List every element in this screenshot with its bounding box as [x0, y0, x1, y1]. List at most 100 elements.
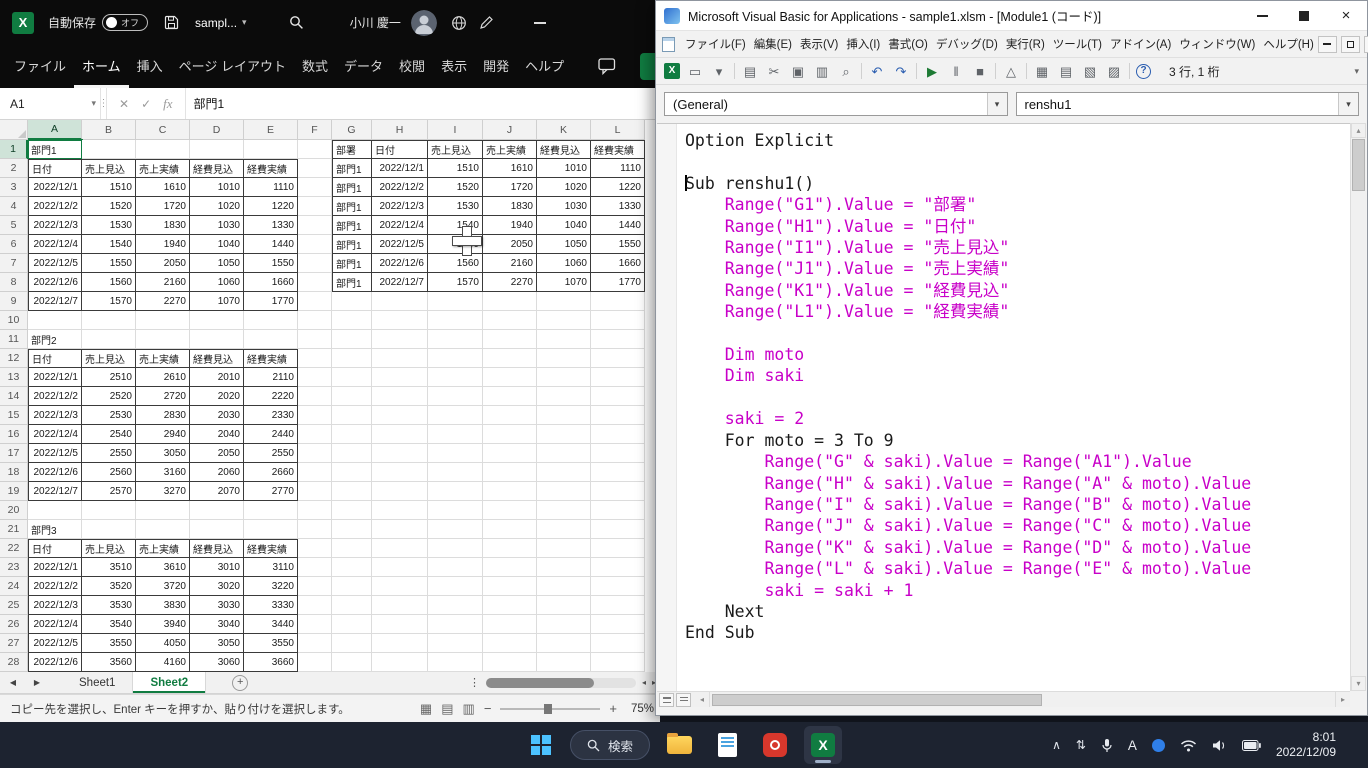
- cell-F2[interactable]: [298, 159, 332, 178]
- menu-ツール(T)[interactable]: ツール(T): [1049, 34, 1106, 54]
- cell-B15[interactable]: 2530: [82, 406, 136, 425]
- cell-L18[interactable]: [591, 463, 645, 482]
- cell-J4[interactable]: 1830: [483, 197, 537, 216]
- horizontal-scrollbar-thumb[interactable]: [486, 678, 594, 688]
- cell-K25[interactable]: [537, 596, 591, 615]
- cell-D4[interactable]: 1020: [190, 197, 244, 216]
- mdi-close-button[interactable]: ×: [1364, 36, 1368, 53]
- cell-I20[interactable]: [428, 501, 483, 520]
- col-header-I[interactable]: I: [428, 120, 483, 140]
- cell-I10[interactable]: [428, 311, 483, 330]
- cell-F22[interactable]: [298, 539, 332, 558]
- cell-K26[interactable]: [537, 615, 591, 634]
- cell-J18[interactable]: [483, 463, 537, 482]
- cell-K5[interactable]: 1040: [537, 216, 591, 235]
- row-header-22[interactable]: 22: [0, 539, 28, 558]
- row-header-26[interactable]: 26: [0, 615, 28, 634]
- cell-B21[interactable]: [82, 520, 136, 539]
- cell-A26[interactable]: 2022/12/4: [28, 615, 82, 634]
- cell-F27[interactable]: [298, 634, 332, 653]
- cell-A16[interactable]: 2022/12/4: [28, 425, 82, 444]
- cell-C9[interactable]: 2270: [136, 292, 190, 311]
- cell-G21[interactable]: [332, 520, 372, 539]
- cell-C23[interactable]: 3610: [136, 558, 190, 577]
- cell-K14[interactable]: [537, 387, 591, 406]
- code-line-17[interactable]: Range("H" & saki).Value = Range("A" & mo…: [685, 473, 1251, 494]
- cell-C4[interactable]: 1720: [136, 197, 190, 216]
- cell-F7[interactable]: [298, 254, 332, 273]
- cell-I4[interactable]: 1530: [428, 197, 483, 216]
- code-line-4[interactable]: Range("G1").Value = "部署": [685, 194, 1251, 215]
- cell-A6[interactable]: 2022/12/4: [28, 235, 82, 254]
- zoom-in-button[interactable]: +: [609, 701, 617, 716]
- cell-A14[interactable]: 2022/12/2: [28, 387, 82, 406]
- cell-G10[interactable]: [332, 311, 372, 330]
- cell-K10[interactable]: [537, 311, 591, 330]
- document-app-icon[interactable]: [708, 726, 746, 764]
- cell-K6[interactable]: 1050: [537, 235, 591, 254]
- cell-G15[interactable]: [332, 406, 372, 425]
- code-margin-indicator-bar[interactable]: [657, 124, 677, 691]
- cell-J24[interactable]: [483, 577, 537, 596]
- cell-G7[interactable]: 部門1: [332, 254, 372, 273]
- code-line-19[interactable]: Range("J" & saki).Value = Range("C" & mo…: [685, 515, 1251, 536]
- cell-A18[interactable]: 2022/12/6: [28, 463, 82, 482]
- cell-L9[interactable]: [591, 292, 645, 311]
- normal-view-icon[interactable]: ▦: [420, 701, 432, 717]
- cell-E16[interactable]: 2440: [244, 425, 298, 444]
- cell-A15[interactable]: 2022/12/3: [28, 406, 82, 425]
- cell-B28[interactable]: 3560: [82, 653, 136, 672]
- cell-C22[interactable]: 売上実績: [136, 539, 190, 558]
- row-header-16[interactable]: 16: [0, 425, 28, 444]
- cell-E28[interactable]: 3660: [244, 653, 298, 672]
- row-header-4[interactable]: 4: [0, 197, 28, 216]
- procedure-dropdown[interactable]: renshu1 ▾: [1016, 92, 1360, 116]
- cell-I6[interactable]: 1550: [428, 235, 483, 254]
- cell-H25[interactable]: [372, 596, 428, 615]
- cell-C20[interactable]: [136, 501, 190, 520]
- cell-A9[interactable]: 2022/12/7: [28, 292, 82, 311]
- cell-A11[interactable]: 部門2: [28, 330, 82, 349]
- enter-icon[interactable]: ✓: [141, 97, 151, 111]
- cell-D19[interactable]: 2070: [190, 482, 244, 501]
- cell-C15[interactable]: 2830: [136, 406, 190, 425]
- start-button[interactable]: [522, 726, 560, 764]
- row-header-9[interactable]: 9: [0, 292, 28, 311]
- code-line-9[interactable]: Range("L1").Value = "経費実績": [685, 301, 1251, 322]
- search-icon[interactable]: [289, 15, 304, 30]
- cell-D15[interactable]: 2030: [190, 406, 244, 425]
- menu-表示(V)[interactable]: 表示(V): [796, 34, 842, 54]
- tray-blue-app-icon[interactable]: [1152, 739, 1165, 752]
- cell-H27[interactable]: [372, 634, 428, 653]
- cell-D17[interactable]: 2050: [190, 444, 244, 463]
- cancel-icon[interactable]: ✕: [119, 97, 129, 111]
- cell-E13[interactable]: 2110: [244, 368, 298, 387]
- cell-H21[interactable]: [372, 520, 428, 539]
- cell-D5[interactable]: 1030: [190, 216, 244, 235]
- sheet-tab-Sheet1[interactable]: Sheet1: [62, 672, 133, 693]
- cell-H1[interactable]: 日付: [372, 140, 428, 159]
- cell-A17[interactable]: 2022/12/5: [28, 444, 82, 463]
- cell-G23[interactable]: [332, 558, 372, 577]
- cell-A23[interactable]: 2022/12/1: [28, 558, 82, 577]
- cell-C27[interactable]: 4050: [136, 634, 190, 653]
- cell-H12[interactable]: [372, 349, 428, 368]
- cell-E9[interactable]: 1770: [244, 292, 298, 311]
- cell-H24[interactable]: [372, 577, 428, 596]
- cut-icon[interactable]: ✂: [765, 65, 783, 78]
- cell-L20[interactable]: [591, 501, 645, 520]
- ellipsis-icon[interactable]: ⋮: [469, 676, 480, 689]
- cell-A7[interactable]: 2022/12/5: [28, 254, 82, 273]
- cell-C14[interactable]: 2720: [136, 387, 190, 406]
- cell-F1[interactable]: [298, 140, 332, 159]
- cell-F9[interactable]: [298, 292, 332, 311]
- cell-K13[interactable]: [537, 368, 591, 387]
- scroll-up-icon[interactable]: ▴: [1351, 123, 1366, 138]
- cell-B17[interactable]: 2550: [82, 444, 136, 463]
- excel-logo-icon[interactable]: X: [12, 12, 34, 34]
- cell-J20[interactable]: [483, 501, 537, 520]
- paste-icon[interactable]: ▥: [813, 65, 831, 78]
- cell-B16[interactable]: 2540: [82, 425, 136, 444]
- cell-E17[interactable]: 2550: [244, 444, 298, 463]
- run-icon[interactable]: ▶: [923, 65, 941, 78]
